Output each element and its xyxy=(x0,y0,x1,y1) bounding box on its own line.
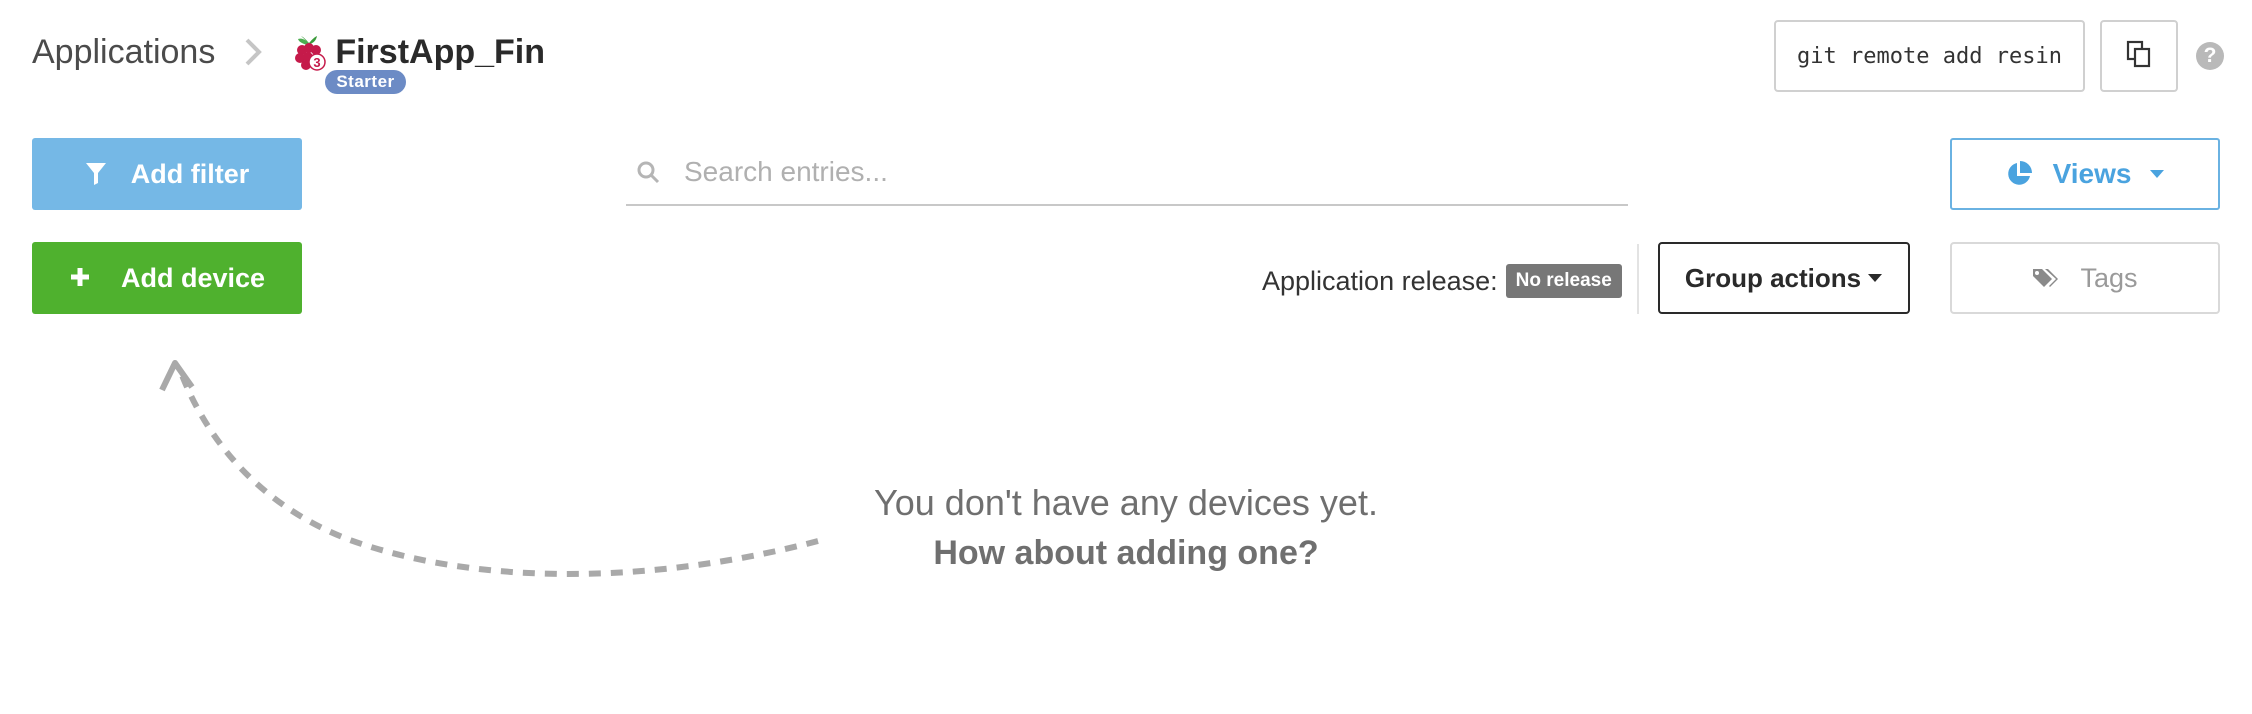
toolbar-divider xyxy=(1637,244,1639,314)
empty-state: You don't have any devices yet. How abou… xyxy=(826,478,1426,578)
release-badge[interactable]: No release xyxy=(1505,264,1622,298)
raspberry-pi-icon: 3 xyxy=(289,32,329,72)
add-filter-label: Add filter xyxy=(130,158,250,189)
release-label: Application release: xyxy=(1262,265,1498,296)
search-icon xyxy=(637,161,660,184)
filter-icon xyxy=(85,163,106,185)
application-release: Application release: No release xyxy=(1262,262,1622,300)
views-label: Views xyxy=(2052,158,2132,189)
app-name: FirstApp_Fin xyxy=(335,32,546,71)
app-title-block: 3 FirstApp_Fin Starter xyxy=(289,30,545,94)
dashed-arrow-icon xyxy=(159,360,819,577)
breadcrumb-applications-link[interactable]: Applications xyxy=(32,30,215,74)
device-type-badge: 3 xyxy=(314,55,321,70)
pie-chart-icon xyxy=(2007,161,2032,185)
copy-icon xyxy=(2126,40,2152,73)
tags-button[interactable]: Tags xyxy=(1950,242,2220,314)
help-icon[interactable]: ? xyxy=(2196,42,2224,70)
search-input[interactable] xyxy=(684,156,1584,188)
git-remote-command[interactable]: git remote add resin xyxy=(1774,20,2085,92)
empty-state-prompt: How about adding one? xyxy=(933,534,1319,572)
chevron-right-icon xyxy=(231,30,275,74)
group-actions-button[interactable]: Group actions xyxy=(1658,242,1910,314)
add-device-label: Add device xyxy=(120,262,266,293)
add-filter-button[interactable]: Add filter xyxy=(32,138,302,210)
copy-button[interactable] xyxy=(2100,20,2178,92)
plus-icon xyxy=(69,258,91,297)
group-actions-label: Group actions xyxy=(1684,262,1862,293)
tag-icon xyxy=(2033,269,2059,287)
breadcrumb: Applications 3 FirstApp_Fin Starter xyxy=(32,30,545,94)
empty-state-message: You don't have any devices yet. xyxy=(874,482,1378,523)
caret-down-icon xyxy=(1868,274,1883,282)
search-bar[interactable] xyxy=(626,140,1628,206)
plan-badge: Starter xyxy=(325,70,406,94)
add-device-button[interactable]: Add device xyxy=(32,242,302,314)
views-dropdown-button[interactable]: Views xyxy=(1950,138,2220,210)
tags-label: Tags xyxy=(2080,262,2138,293)
caret-down-icon xyxy=(2150,170,2165,178)
